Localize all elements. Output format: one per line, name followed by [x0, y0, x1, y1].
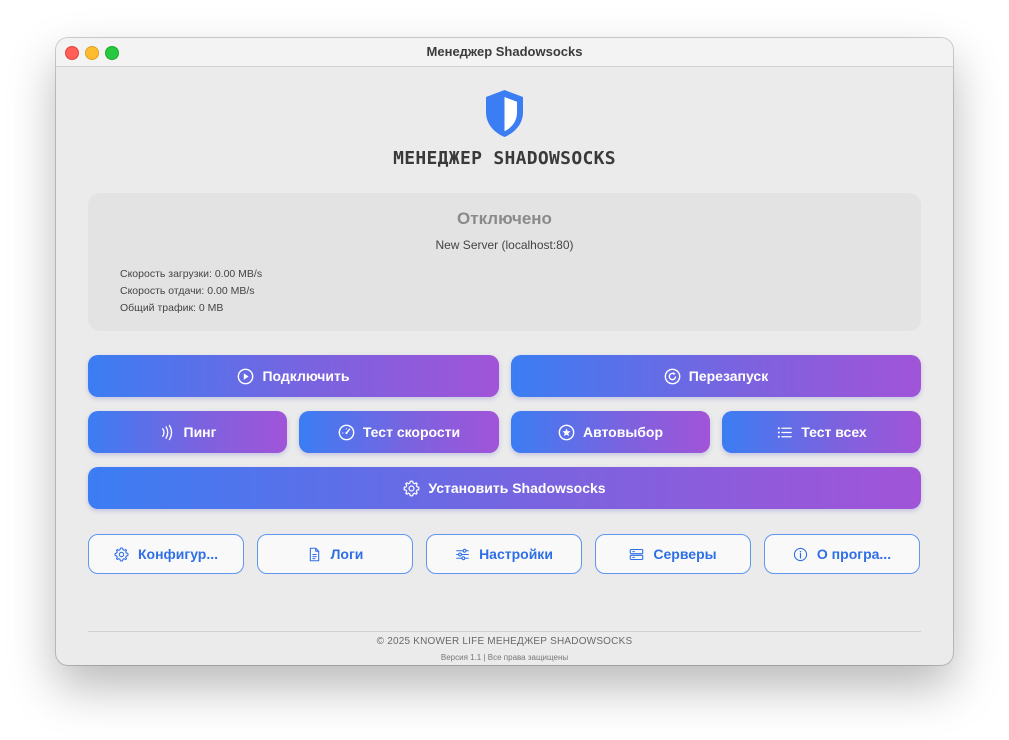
play-circle-icon: [238, 368, 254, 384]
document-icon: [309, 547, 319, 561]
star-circle-icon: [558, 424, 575, 440]
restart-button[interactable]: Перезапуск: [511, 355, 921, 397]
version-text: Версия 1.1 | Все права защищены: [440, 653, 569, 662]
ping-button[interactable]: Пинг: [88, 411, 287, 453]
signal-waves-icon: [161, 424, 172, 440]
app-title: МЕНЕДЖЕР SHADOWSOCKS: [393, 148, 616, 169]
test-all-label: Тест всех: [801, 424, 867, 440]
gauge-icon: [338, 424, 355, 440]
title-bar: Менеджер Shadowsocks: [56, 38, 953, 67]
total-traffic: Общий трафик: 0 MB: [120, 302, 224, 314]
test-all-button[interactable]: Тест всех: [722, 411, 921, 453]
servers-button[interactable]: Серверы: [595, 534, 751, 574]
shield-icon: [486, 90, 523, 137]
install-shadowsocks-button[interactable]: Установить Shadowsocks: [88, 467, 921, 509]
speed-test-label: Тест скорости: [362, 424, 461, 440]
config-button[interactable]: Конфигур...: [88, 534, 244, 574]
install-label: Установить Shadowsocks: [428, 480, 606, 496]
settings-button[interactable]: Настройки: [426, 534, 582, 574]
server-icon: [630, 548, 644, 560]
connection-status: Отключено: [457, 209, 552, 228]
info-icon: [793, 547, 808, 561]
sliders-icon: [456, 548, 469, 560]
refresh-circle-icon: [664, 368, 681, 384]
about-button[interactable]: О програ...: [764, 534, 920, 574]
speed-test-button[interactable]: Тест скорости: [299, 411, 499, 453]
gear-icon: [114, 546, 129, 562]
connect-label: Подключить: [262, 368, 350, 384]
restart-label: Перезапуск: [688, 368, 769, 384]
status-card: Отключено New Server (localhost:80) Скор…: [88, 193, 921, 331]
download-speed: Скорость загрузки: 0.00 MB/s: [120, 268, 263, 280]
auto-select-button[interactable]: Автовыбор: [511, 411, 710, 453]
ping-label: Пинг: [183, 424, 217, 440]
about-label: О програ...: [816, 546, 892, 562]
connect-button[interactable]: Подключить: [88, 355, 499, 397]
list-icon: [778, 426, 793, 438]
config-label: Конфигур...: [137, 546, 219, 562]
server-name: New Server (localhost:80): [435, 238, 574, 252]
settings-label: Настройки: [479, 546, 553, 562]
logs-label: Логи: [330, 546, 364, 562]
logs-button[interactable]: Логи: [257, 534, 413, 574]
auto-select-label: Автовыбор: [582, 424, 664, 440]
upload-speed: Скорость отдачи: 0.00 MB/s: [120, 285, 255, 297]
servers-label: Серверы: [653, 546, 717, 562]
window-title: Менеджер Shadowsocks: [426, 44, 583, 59]
gear-icon: [403, 480, 420, 496]
app-window: Менеджер Shadowsocks МЕНЕДЖЕР SHADOWSOCK…: [56, 38, 953, 665]
footer-divider: [88, 631, 921, 632]
copyright-text: © 2025 KNOWER LIFE МЕНЕДЖЕР SHADOWSOCKS: [376, 636, 633, 647]
